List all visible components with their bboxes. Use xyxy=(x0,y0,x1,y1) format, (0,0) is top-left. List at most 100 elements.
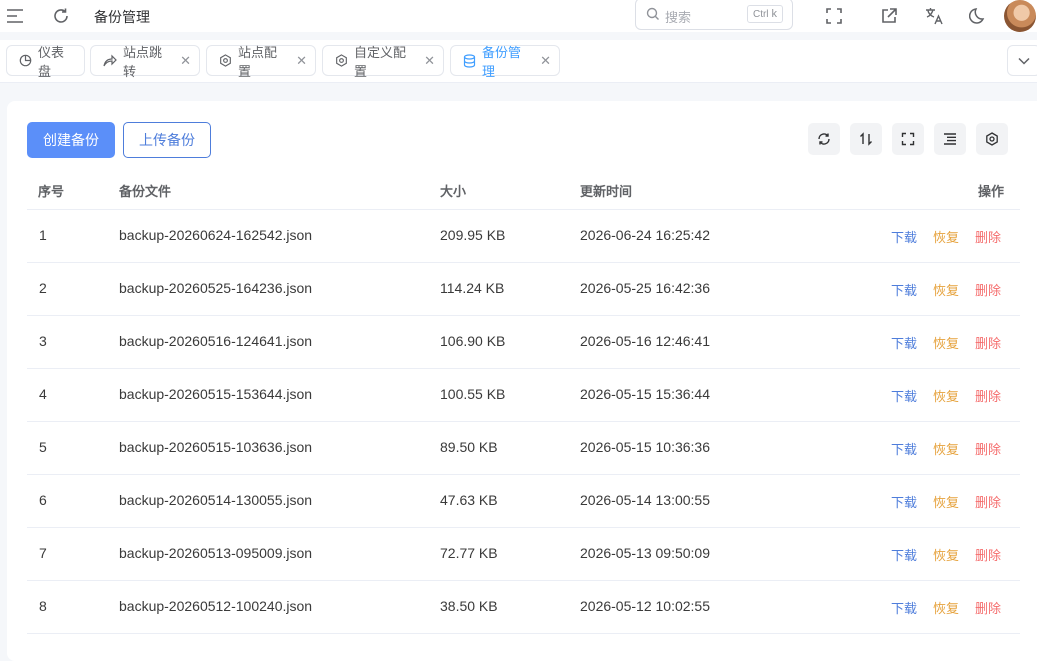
row-updated-time: 2026-05-13 09:50:09 xyxy=(580,545,710,561)
restore-link[interactable]: 恢复 xyxy=(933,227,959,246)
search-input[interactable]: 搜索 Ctrl k xyxy=(635,0,793,30)
table-row: 4 backup-20260515-153644.json 100.55 KB 202… xyxy=(27,368,1020,422)
tab-backup-management[interactable]: 备份管理 ✕ xyxy=(450,45,560,79)
row-updated-time: 2026-05-12 10:02:55 xyxy=(580,598,710,614)
table-row: 5 backup-20260515-103636.json 89.50 KB 2026… xyxy=(27,421,1020,475)
upload-backup-button[interactable]: 上传备份 xyxy=(123,122,211,158)
row-index: 7 xyxy=(39,545,47,561)
fullscreen-icon xyxy=(901,132,915,146)
delete-link[interactable]: 删除 xyxy=(975,439,1001,458)
delete-link[interactable]: 删除 xyxy=(975,227,1001,246)
tab-dashboard[interactable]: 仪表盘 xyxy=(6,45,85,79)
fullscreen-icon[interactable] xyxy=(822,4,846,28)
row-index: 4 xyxy=(39,386,47,402)
row-size: 209.95 KB xyxy=(440,227,506,243)
restore-link[interactable]: 恢复 xyxy=(933,280,959,299)
delete-link[interactable]: 删除 xyxy=(975,545,1001,564)
restore-link[interactable]: 恢复 xyxy=(933,545,959,564)
row-file-name: backup-20260514-130055.json xyxy=(119,492,313,508)
delete-link[interactable]: 删除 xyxy=(975,280,1001,299)
delete-link[interactable]: 删除 xyxy=(975,598,1001,617)
tab-label: 备份管理 xyxy=(482,44,522,79)
close-icon[interactable]: ✕ xyxy=(540,53,551,69)
table-row: 2 backup-20260525-164236.json 114.24 KB 202… xyxy=(27,262,1020,316)
tab-site-jump[interactable]: 站点跳转 ✕ xyxy=(90,45,200,79)
gear-icon xyxy=(335,54,348,67)
tabs-dropdown-button[interactable] xyxy=(1007,45,1037,76)
row-updated-time: 2026-05-15 10:36:36 xyxy=(580,439,710,455)
close-icon[interactable]: ✕ xyxy=(296,53,307,69)
restore-link[interactable]: 恢复 xyxy=(933,386,959,405)
download-link[interactable]: 下载 xyxy=(891,598,917,617)
share-arrow-icon xyxy=(103,54,117,67)
tab-label: 自定义配置 xyxy=(354,44,407,79)
download-link[interactable]: 下载 xyxy=(891,492,917,511)
row-file-name: backup-20260512-100240.json xyxy=(119,598,313,614)
tab-label: 仪表盘 xyxy=(38,44,65,79)
row-index: 2 xyxy=(39,280,47,296)
close-icon[interactable]: ✕ xyxy=(180,53,191,69)
table-settings-button[interactable] xyxy=(976,123,1008,155)
external-link-icon[interactable] xyxy=(877,4,901,28)
dashboard-icon xyxy=(19,54,32,67)
delete-link[interactable]: 删除 xyxy=(975,386,1001,405)
restore-link[interactable]: 恢复 xyxy=(933,333,959,352)
download-link[interactable]: 下载 xyxy=(891,333,917,352)
table-row: 3 backup-20260516-124641.json 106.90 KB 202… xyxy=(27,315,1020,369)
delete-link[interactable]: 删除 xyxy=(975,492,1001,511)
column-header-size: 大小 xyxy=(440,184,467,199)
chevron-down-icon xyxy=(1018,57,1030,65)
column-header-file: 备份文件 xyxy=(119,184,172,199)
download-link[interactable]: 下载 xyxy=(891,227,917,246)
tab-bar: 仪表盘 站点跳转 ✕ 站点配置 ✕ 自定义配置 ✕ 备份管理 ✕ xyxy=(0,40,1037,83)
column-header-actions: 操作 xyxy=(978,184,1005,199)
row-updated-time: 2026-05-16 12:46:41 xyxy=(580,333,710,349)
table-fullscreen-button[interactable] xyxy=(892,123,924,155)
density-icon xyxy=(943,132,957,146)
close-icon[interactable]: ✕ xyxy=(424,53,435,69)
row-index: 6 xyxy=(39,492,47,508)
table-row: 6 backup-20260514-130055.json 47.63 KB 2026… xyxy=(27,474,1020,528)
tab-custom-config[interactable]: 自定义配置 ✕ xyxy=(322,45,444,79)
gear-icon xyxy=(985,132,999,146)
dark-mode-icon[interactable] xyxy=(966,4,990,28)
user-avatar[interactable] xyxy=(1004,0,1036,32)
gear-icon xyxy=(219,54,232,67)
refresh-icon[interactable] xyxy=(49,4,73,28)
row-index: 1 xyxy=(39,227,47,243)
download-link[interactable]: 下载 xyxy=(891,439,917,458)
top-header: 备份管理 搜索 Ctrl k xyxy=(0,0,1037,32)
delete-link[interactable]: 删除 xyxy=(975,333,1001,352)
tab-site-config[interactable]: 站点配置 ✕ xyxy=(206,45,316,79)
table-sort-button[interactable] xyxy=(850,123,882,155)
table-row: 8 backup-20260512-100240.json 38.50 KB 2026… xyxy=(27,580,1020,634)
translate-icon[interactable] xyxy=(922,4,946,28)
shortcut-letter: k xyxy=(771,8,778,20)
restore-link[interactable]: 恢复 xyxy=(933,598,959,617)
refresh-icon xyxy=(817,132,831,146)
menu-fold-icon[interactable] xyxy=(3,4,27,28)
backup-card: 创建备份 上传备份 序号 备份文件 大小 更新时间 操作 1 backup-202… xyxy=(7,101,1037,661)
row-index: 5 xyxy=(39,439,47,455)
page-title: 备份管理 xyxy=(94,9,150,25)
row-updated-time: 2026-05-14 13:00:55 xyxy=(580,492,710,508)
download-link[interactable]: 下载 xyxy=(891,280,917,299)
table-row: 7 backup-20260513-095009.json 72.77 KB 2026… xyxy=(27,527,1020,581)
download-link[interactable]: 下载 xyxy=(891,545,917,564)
create-backup-button[interactable]: 创建备份 xyxy=(27,122,115,158)
row-size: 72.77 KB xyxy=(440,545,498,561)
row-file-name: backup-20260515-103636.json xyxy=(119,439,313,455)
row-index: 3 xyxy=(39,333,47,349)
table-refresh-button[interactable] xyxy=(808,123,840,155)
row-size: 100.55 KB xyxy=(440,386,506,402)
table-row: 1 backup-20260624-162542.json 209.95 KB 202… xyxy=(27,209,1020,263)
column-header-index: 序号 xyxy=(38,184,65,199)
sort-icon xyxy=(859,132,873,146)
table-density-button[interactable] xyxy=(934,123,966,155)
database-icon xyxy=(463,53,476,68)
search-placeholder: 搜索 xyxy=(665,10,692,25)
download-link[interactable]: 下载 xyxy=(891,386,917,405)
restore-link[interactable]: 恢复 xyxy=(933,439,959,458)
column-header-updated: 更新时间 xyxy=(580,184,633,199)
restore-link[interactable]: 恢复 xyxy=(933,492,959,511)
